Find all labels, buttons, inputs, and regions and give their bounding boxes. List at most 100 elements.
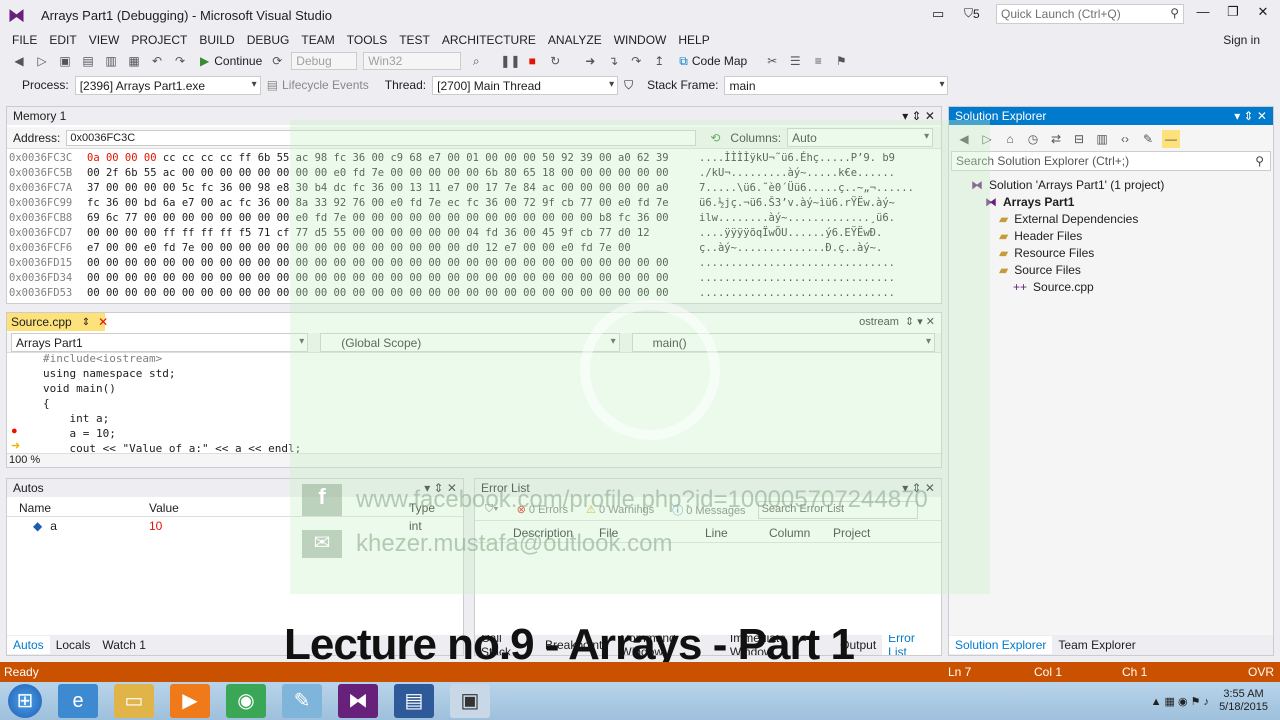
memory-address: 0x0036FCF6	[9, 242, 73, 254]
thread-dropdown[interactable]: [2700] Main Thread	[432, 75, 619, 95]
menu-build[interactable]: BUILD	[193, 32, 240, 48]
config-dropdown[interactable]: Debug	[291, 52, 358, 70]
back-icon[interactable]: ◀	[10, 52, 28, 70]
start-button-icon[interactable]: ⊞	[8, 684, 42, 718]
tab-solution-explorer[interactable]: Solution Explorer	[949, 636, 1053, 654]
visual-studio-taskbar-icon[interactable]: ⧓	[338, 684, 378, 718]
collapse-icon[interactable]: ⊟	[1070, 130, 1088, 148]
platform-dropdown[interactable]: Win32	[363, 52, 462, 70]
close-button[interactable]: ✕	[1250, 4, 1276, 24]
facebook-watermark: f www.facebook.com/profile.php?id=100005…	[302, 484, 928, 516]
sync-icon[interactable]: ⇄	[1047, 130, 1065, 148]
tab-team-explorer[interactable]: Team Explorer	[1052, 636, 1141, 654]
code-map-button[interactable]: ⧉ Code Map	[679, 54, 747, 69]
chrome-icon[interactable]: ◉	[226, 684, 266, 718]
tools-icon[interactable]: ✂	[763, 52, 781, 70]
tree-item[interactable]: ▰ External Dependencies	[957, 211, 1269, 228]
tab-error-list[interactable]: Error List	[882, 635, 941, 655]
restart-icon[interactable]: ↻	[546, 52, 564, 70]
new-project-icon[interactable]: ▣	[56, 52, 74, 70]
feedback-filter[interactable]: ⛉ 5	[964, 6, 980, 21]
tree-item[interactable]: ▰ Resource Files	[957, 245, 1269, 262]
menu-project[interactable]: PROJECT	[125, 32, 193, 48]
step-out-icon[interactable]: ↥	[650, 52, 668, 70]
menu-team[interactable]: TEAM	[295, 32, 340, 48]
file-explorer-icon[interactable]: ▭	[114, 684, 154, 718]
menu-tools[interactable]: TOOLS	[341, 32, 393, 48]
show-all-files-icon[interactable]: ▥	[1093, 130, 1111, 148]
breakpoint-icon[interactable]: ●	[11, 425, 18, 437]
forward-icon[interactable]: ▷	[33, 52, 51, 70]
tree-item[interactable]: ▰ Header Files	[957, 228, 1269, 245]
quick-launch-input[interactable]: Quick Launch (Ctrl+Q) ⚲	[996, 4, 1184, 24]
menu-edit[interactable]: EDIT	[43, 32, 82, 48]
pause-icon[interactable]: ❚❚	[500, 52, 520, 70]
lifecycle-events-dropdown[interactable]: Lifecycle Events	[282, 78, 369, 92]
open-file-icon[interactable]: ▤	[79, 52, 97, 70]
sign-in-link[interactable]: Sign in	[1223, 33, 1260, 47]
refresh-icon[interactable]: ⟳	[268, 52, 286, 70]
format-icon[interactable]: ☰	[786, 52, 804, 70]
console-app-icon[interactable]: ▣	[450, 684, 490, 718]
step-into-icon[interactable]: ↴	[604, 52, 622, 70]
history-icon[interactable]: ◷	[1024, 130, 1042, 148]
save-all-icon[interactable]: ▦	[125, 52, 143, 70]
find-in-files-icon[interactable]: ⌕	[467, 52, 485, 70]
media-player-icon[interactable]: ▶	[170, 684, 210, 718]
step-over-icon[interactable]: ↷	[627, 52, 645, 70]
view-code-icon[interactable]: ‹›	[1116, 130, 1134, 148]
menu-architecture[interactable]: ARCHITECTURE	[436, 32, 542, 48]
undo-icon[interactable]: ↶	[148, 52, 166, 70]
filter-threads-icon[interactable]: ⛉	[624, 78, 633, 93]
tray-icons[interactable]: ▲ ▦ ◉ ⚑ ♪	[1151, 695, 1209, 708]
preview-selected-icon[interactable]: —	[1162, 130, 1180, 148]
menu-file[interactable]: FILE	[6, 32, 43, 48]
maximize-button[interactable]: ❐	[1220, 4, 1246, 24]
menu-test[interactable]: TEST	[393, 32, 436, 48]
changed-bytes: 0a 00 00 00	[87, 152, 157, 164]
facebook-url: www.facebook.com/profile.php?id=10000570…	[356, 486, 928, 513]
floppy-app-icon[interactable]: ▤	[394, 684, 434, 718]
project-scope-dropdown[interactable]: Arrays Part1	[11, 333, 309, 352]
menu-help[interactable]: HELP	[672, 32, 715, 48]
pin-icon[interactable]: ⇕	[82, 317, 90, 328]
menu-view[interactable]: VIEW	[83, 32, 126, 48]
tree-item[interactable]: ▰ Source Files	[957, 262, 1269, 279]
notepad-icon[interactable]: ✎	[282, 684, 322, 718]
menu-window[interactable]: WINDOW	[608, 32, 673, 48]
tab-watch-1[interactable]: Watch 1	[96, 636, 152, 654]
tree-item[interactable]: ⧓ Solution 'Arrays Part1' (1 project)	[957, 177, 1269, 194]
tab-locals[interactable]: Locals	[50, 636, 97, 654]
close-tab-icon[interactable]: ✕	[98, 315, 108, 329]
zoom-level[interactable]: 100 %	[9, 454, 40, 466]
email-address: khezer.mustafa@outlook.com	[356, 530, 673, 557]
editor-tab[interactable]: Source.cpp ⇕ ✕	[7, 313, 108, 331]
show-next-statement-icon[interactable]: ➜	[581, 52, 599, 70]
redo-icon[interactable]: ↷	[171, 52, 189, 70]
minimize-button[interactable]: —	[1190, 4, 1216, 24]
clock[interactable]: 3:55 AM 5/18/2015	[1219, 688, 1268, 714]
process-dropdown[interactable]: [2396] Arrays Part1.exe	[74, 75, 261, 95]
continue-button[interactable]: ▶ Continue	[200, 54, 262, 68]
comment-icon[interactable]: ≡	[809, 52, 827, 70]
bookmark-icon[interactable]: ⚑	[832, 52, 850, 70]
internet-explorer-icon[interactable]: e	[58, 684, 98, 718]
search-icon: ⚲	[1170, 6, 1179, 20]
tab-autos[interactable]: Autos	[7, 636, 50, 654]
solution-search-input[interactable]: Search Solution Explorer (Ctrl+;) ⚲	[951, 151, 1271, 171]
panel-controls[interactable]: ▾ ⇕ ✕	[1234, 109, 1267, 123]
menu-analyze[interactable]: ANALYZE	[542, 32, 608, 48]
status-overwrite: OVR	[1248, 665, 1275, 679]
save-icon[interactable]: ▥	[102, 52, 120, 70]
eagle-logo-icon	[580, 300, 720, 440]
home-icon[interactable]: ⌂	[1001, 130, 1019, 148]
notification-icon[interactable]: ▭	[932, 6, 944, 22]
menu-debug[interactable]: DEBUG	[241, 32, 296, 48]
tree-item[interactable]: ⧓ Arrays Part1	[957, 194, 1269, 211]
stop-icon[interactable]: ■	[523, 52, 541, 70]
tree-item[interactable]: ++ Source.cpp	[957, 279, 1269, 296]
properties-icon[interactable]: ✎	[1139, 130, 1157, 148]
stack-frame-dropdown[interactable]: main	[724, 75, 949, 95]
column-name[interactable]: Name	[7, 501, 135, 515]
filter-icon: ⛉	[964, 6, 974, 20]
